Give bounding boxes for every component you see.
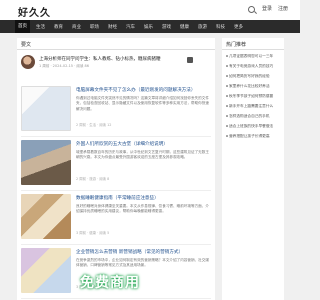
nav-item-home[interactable]: 首页 [15, 20, 30, 33]
sidebar-item[interactable]: 适合上班族的快手早餐做法 [226, 124, 282, 129]
section-title: 要文 [21, 42, 32, 48]
bullet-icon [226, 105, 228, 107]
bullet-icon [226, 65, 228, 67]
bullet-icon [226, 115, 228, 117]
nav-item-travel[interactable]: 旅游 [198, 24, 207, 30]
nav-item-life[interactable]: 生活 [36, 24, 45, 30]
sidebar-title: 热门推荐 [226, 42, 247, 48]
nav-item-career[interactable]: 职场 [90, 24, 99, 30]
featured-post[interactable]: 上海分析师在同学问学生：私人教练、钻小标热，糖尿病猪鞭 1 周前 · 2024-… [21, 53, 211, 83]
article-title[interactable]: 电脑屏幕文件夹不见了怎么办（最近刚发的问题解决方法） [76, 87, 211, 93]
nav-item-finance[interactable]: 财经 [108, 24, 117, 30]
nav-item-more[interactable]: 更多 [234, 24, 243, 30]
bullet-icon [226, 75, 228, 77]
article-thumbnail[interactable] [21, 140, 71, 185]
bullet-icon [226, 85, 228, 87]
search-icon[interactable] [248, 6, 255, 13]
sidebar-item-label[interactable]: 如何把简历写好我的经验 [229, 74, 270, 78]
article-thumbnail[interactable] [21, 194, 71, 239]
article-meta: 2 周前 · 生活 · 阅读 12 [76, 123, 112, 127]
article-title[interactable]: 企业营销怎么去营销 新营销战略（常见的营销方式） [76, 249, 211, 255]
sidebar-item-label[interactable]: 几项证据表明您可以一三年 [229, 54, 273, 58]
sidebar-item-label[interactable]: 适合上班族的快手早餐做法 [229, 124, 273, 128]
bullet-icon [226, 125, 228, 127]
nav-item-education[interactable]: 教育 [54, 24, 63, 30]
sidebar-item[interactable]: 几项证据表明您可以一三年 [226, 54, 282, 59]
sidebar-item[interactable]: 秋冬季节孩子如何预防感冒 [226, 94, 282, 99]
featured-post-meta: 1 周前 · 2024-02-15 · 阅读 86 [39, 64, 89, 68]
article-card[interactable]: 外国人们所欣赏的五大古堡（详细介绍说明） 城堡承载着数百年的历史与故事，从中世纪… [21, 140, 211, 192]
article-meta: 2 周前 · 旅游 · 阅读 8 [76, 177, 110, 181]
divider [21, 190, 211, 191]
sidebar-item-label[interactable]: 营养搭配让孩子长得更高 [229, 134, 270, 138]
sidebar: 热门推荐 几项证据表明您可以一三年 有关于电竞游戏人员的技巧 如何把简历写好我的… [222, 38, 284, 300]
pin-icon [187, 57, 193, 63]
article-card[interactable]: 数据睡眠健康指南（平常睡前应注意些） 良好的睡眠对身体健康至关重要。本文从作息规… [21, 194, 211, 246]
article-thumbnail[interactable] [21, 248, 71, 293]
main-content: 要文 上海分析师在同学问学生：私人教练、钻小标热，糖尿病猪鞭 1 周前 · 20… [17, 38, 215, 300]
article-meta: 3 周前 · 健康 · 阅读 5 [76, 231, 110, 235]
sidebar-item-label[interactable]: 家里养什么花比较好养活 [229, 84, 270, 88]
divider [21, 244, 211, 245]
nav-item-health[interactable]: 健康 [180, 24, 189, 30]
article-card[interactable]: 电脑屏幕文件夹不见了怎么办（最近刚发的问题解决方法） 你遇到过电脑文件夹突然不见… [21, 86, 211, 138]
bullet-icon [226, 95, 228, 97]
top-bar: 好久久 登录 注册 [0, 0, 300, 20]
article-excerpt: 你遇到过电脑文件夹突然不见的情况吗？这篇文章将详细介绍如何找回你丢失的文件夹，包… [76, 96, 209, 111]
article-title[interactable]: 数据睡眠健康指南（平常睡前应注意些） [76, 195, 211, 201]
register-link[interactable]: 注册 [278, 5, 288, 12]
sidebar-item-label[interactable]: 秋冬季节孩子如何预防感冒 [229, 94, 273, 98]
nav-item-games[interactable]: 游戏 [162, 24, 171, 30]
nav-item-business[interactable]: 商业 [72, 24, 81, 30]
featured-post-text[interactable]: 上海分析师在同学问学生：私人教练、钻小标热，糖尿病猪鞭 [39, 56, 189, 62]
divider [17, 49, 215, 50]
article-excerpt: 城堡承载着数百年的历史与故事，从中世纪到文艺复兴时期，这些建筑见证了无数王朝的兴… [76, 150, 209, 160]
sidebar-item[interactable]: 新手开车上路需要注意什么 [226, 104, 282, 109]
article-title[interactable]: 外国人们所欣赏的五大古堡（详细介绍说明） [76, 141, 211, 147]
sidebar-item[interactable]: 家里养什么花比较好养活 [226, 84, 282, 89]
sidebar-item[interactable]: 如何把简历写好我的经验 [226, 74, 282, 79]
sidebar-item[interactable]: 有关于电竞游戏人员的技巧 [226, 64, 282, 69]
login-link[interactable]: 登录 [262, 5, 272, 12]
nav-item-auto[interactable]: 汽车 [126, 24, 135, 30]
sidebar-item-label[interactable]: 新手开车上路需要注意什么 [229, 104, 273, 108]
sidebar-item[interactable]: 营养搭配让孩子长得更高 [226, 134, 282, 139]
site-logo[interactable]: 好久久 [18, 4, 51, 19]
divider [21, 136, 211, 137]
sidebar-item[interactable]: 怎样选购适合自己的手机 [226, 114, 282, 119]
sidebar-item-label[interactable]: 有关于电竞游戏人员的技巧 [229, 64, 273, 68]
avatar[interactable] [21, 55, 35, 69]
nav-item-tech[interactable]: 科技 [216, 24, 225, 30]
sidebar-item-label[interactable]: 怎样选购适合自己的手机 [229, 114, 270, 118]
article-excerpt: 良好的睡眠对身体健康至关重要。本文从作息规律、饮食习惯、睡前环境等方面，介绍保持… [76, 204, 209, 214]
main-nav: 首页 生活 教育 商业 职场 财经 汽车 娱乐 游戏 健康 旅游 科技 更多 [0, 20, 300, 33]
divider [222, 49, 284, 50]
article-thumbnail[interactable] [21, 86, 71, 131]
nav-item-entertainment[interactable]: 娱乐 [144, 24, 153, 30]
bullet-icon [226, 55, 228, 57]
bullet-icon [226, 135, 228, 137]
promo-banner-text[interactable]: 免费商用 [80, 272, 200, 300]
